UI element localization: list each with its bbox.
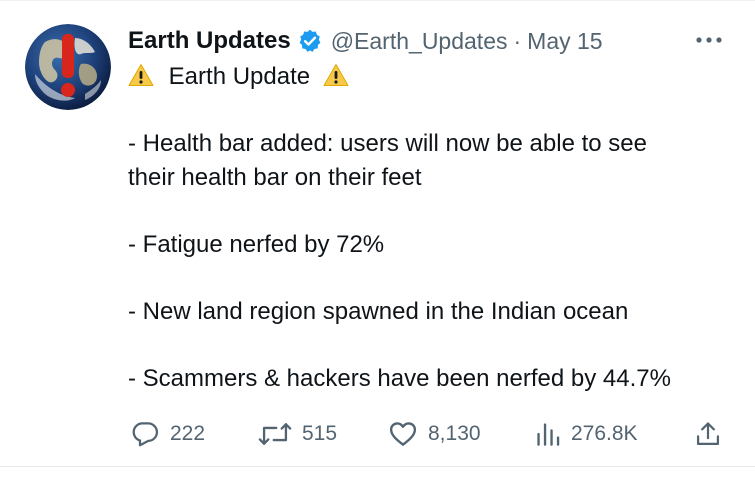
repost-icon (258, 423, 292, 445)
tweet-heading: Earth Update (128, 60, 349, 94)
tweet-header: Earth Updates @Earth_Updates · May 15 (128, 26, 603, 56)
share-button[interactable] (694, 414, 722, 454)
tweet-actions-bar: 222 515 8,130 276.8K (0, 414, 755, 454)
warning-icon (128, 64, 154, 86)
reply-button[interactable]: 222 (130, 414, 205, 454)
display-name[interactable]: Earth Updates (128, 27, 291, 55)
tweet-line: their health bar on their feet (128, 164, 422, 191)
verified-badge-icon (299, 29, 321, 52)
reply-count: 222 (170, 422, 206, 445)
more-options-button[interactable] (693, 30, 727, 50)
tweet-line: - New land region spawned in the Indian … (128, 298, 629, 325)
user-handle[interactable]: @Earth_Updates (331, 28, 508, 55)
reply-icon (132, 422, 159, 447)
more-options-icon (696, 37, 722, 43)
views-icon (537, 423, 560, 446)
heart-icon (389, 422, 417, 446)
warning-icon (323, 64, 349, 86)
tweet-date[interactable]: May 15 (527, 28, 602, 55)
views-button[interactable]: 276.8K (535, 414, 638, 454)
earth-globe-icon (25, 24, 111, 110)
tweet-heading-text: Earth Update (168, 63, 311, 90)
repost-button[interactable]: 515 (258, 414, 337, 454)
top-divider (0, 0, 755, 1)
separator-dot: · (513, 27, 522, 54)
tweet-line: - Fatigue nerfed by 72% (128, 231, 385, 258)
repost-count: 515 (302, 422, 338, 445)
view-count: 276.8K (571, 422, 638, 445)
share-icon (696, 422, 720, 446)
tweet-line: - Scammers & hackers have been nerfed by… (128, 365, 671, 392)
bottom-divider (0, 466, 755, 467)
like-button[interactable]: 8,130 (388, 414, 481, 454)
like-count: 8,130 (428, 422, 481, 445)
tweet-line: - Health bar added: users will now be ab… (128, 130, 647, 157)
avatar[interactable] (25, 24, 111, 110)
